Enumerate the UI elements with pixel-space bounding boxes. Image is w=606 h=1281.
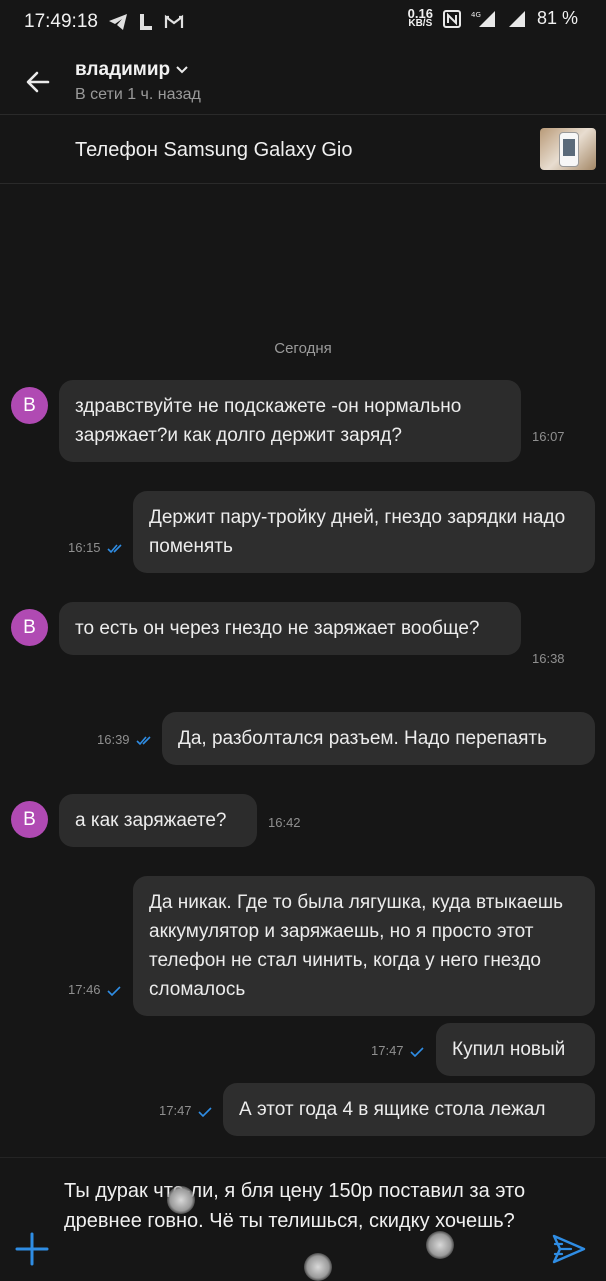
back-arrow-icon[interactable]: [20, 64, 56, 100]
message-time: 17:47: [371, 1043, 424, 1058]
check-icon: [197, 1106, 212, 1117]
gmail-icon: [164, 14, 184, 28]
message-time: 16:15: [68, 540, 125, 555]
message-bubble-outgoing[interactable]: А этот года 4 в ящике стола лежал: [223, 1083, 595, 1136]
check-icon: [409, 1046, 424, 1057]
chevron-down-icon: [176, 66, 188, 74]
plus-icon[interactable]: [14, 1231, 50, 1267]
message-input[interactable]: Ты дурак что-ли, я бля цену 150р постави…: [64, 1176, 544, 1236]
touch-indicator: [426, 1231, 454, 1259]
message-time: 16:42: [268, 815, 301, 830]
signal-4g-icon: 4G: [471, 10, 495, 27]
listing-title: Телефон Samsung Galaxy Gio: [75, 139, 353, 161]
telegram-icon: [109, 14, 127, 30]
message-time: 16:07: [532, 429, 565, 444]
double-check-icon: [135, 735, 151, 745]
avatar[interactable]: В: [11, 801, 48, 838]
touch-indicator: [167, 1186, 195, 1214]
check-icon: [106, 985, 121, 996]
battery-level: 81 %: [536, 8, 578, 28]
message-time: 16:38: [532, 651, 565, 666]
listing-thumbnail: [540, 128, 596, 170]
touch-indicator: [304, 1253, 332, 1281]
contact-status: В сети 1 ч. назад: [75, 86, 201, 103]
message-bubble-outgoing[interactable]: Да никак. Где то была лягушка, куда втык…: [133, 876, 595, 1016]
message-bubble-incoming[interactable]: здравствуйте не подскажете -он нормально…: [59, 380, 521, 462]
notification-app-icon: [140, 14, 152, 30]
divider: [0, 183, 606, 184]
message-time: 17:47: [159, 1103, 212, 1118]
signal-icon: [508, 10, 525, 27]
message-bubble-outgoing[interactable]: Да, разболтался разъем. Надо перепаять: [162, 712, 595, 765]
phone-image: [559, 132, 579, 167]
net-speed: 0.16 KB/S: [407, 5, 433, 29]
listing-banner[interactable]: Телефон Samsung Galaxy Gio: [0, 115, 606, 183]
message-time: 16:39: [97, 732, 154, 747]
svg-text:4G: 4G: [471, 11, 481, 19]
message-bubble-incoming[interactable]: то есть он через гнездо не заряжает вооб…: [59, 602, 521, 655]
avatar[interactable]: В: [11, 387, 48, 424]
date-separator: Сегодня: [274, 340, 332, 357]
message-bubble-incoming[interactable]: а как заряжаете?: [59, 794, 257, 847]
message-time: 17:46: [68, 982, 121, 997]
nfc-icon: [442, 9, 461, 28]
status-bar: 17:49:18 0.16 KB/S 4G 81 %: [0, 0, 606, 44]
chat-header: владимир В сети 1 ч. назад: [0, 44, 606, 114]
message-bubble-outgoing[interactable]: Держит пару-тройку дней, гнездо зарядки …: [133, 491, 595, 573]
contact-name[interactable]: владимир: [75, 59, 188, 81]
avatar[interactable]: В: [11, 609, 48, 646]
double-check-icon: [106, 543, 122, 553]
send-icon[interactable]: [551, 1233, 587, 1265]
message-composer: Ты дурак что-ли, я бля цену 150р постави…: [0, 1157, 606, 1281]
message-bubble-outgoing[interactable]: Купил новый: [436, 1023, 595, 1076]
status-time: 17:49:18: [24, 11, 98, 32]
